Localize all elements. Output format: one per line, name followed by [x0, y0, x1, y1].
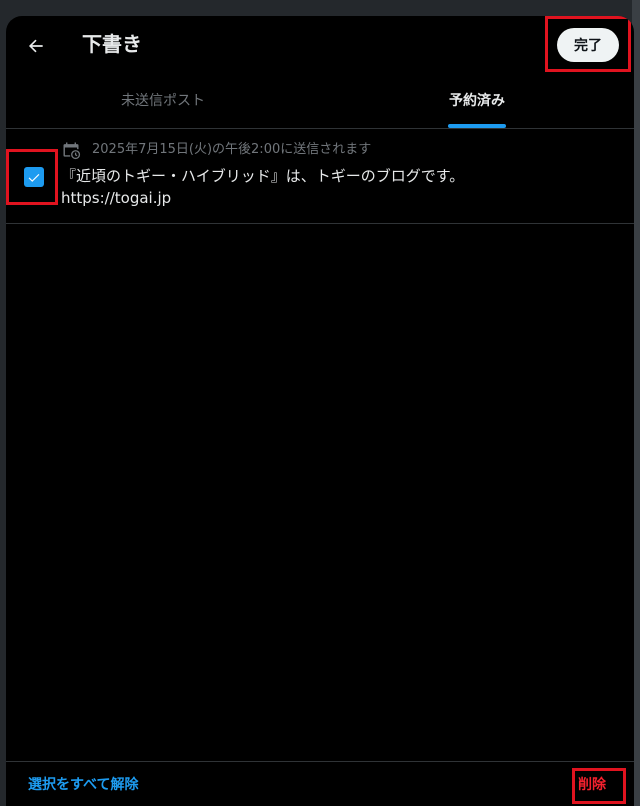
- delete-button[interactable]: 削除: [578, 775, 606, 795]
- tab-label: 予約済み: [449, 93, 505, 109]
- done-button[interactable]: 完了: [557, 28, 619, 62]
- tab-bar: 未送信ポスト 予約済み: [6, 72, 634, 129]
- modal-footer: 選択をすべて解除 削除: [6, 761, 634, 806]
- post-text-line: 『近頃のトギー・ハイブリッド』は、トギーのブログです。: [61, 167, 465, 185]
- checkmark-icon: [28, 173, 40, 182]
- active-tab-indicator: [448, 124, 506, 128]
- page-title: 下書き: [82, 32, 142, 56]
- tab-scheduled[interactable]: 予約済み: [320, 72, 634, 128]
- arrow-left-icon: [28, 39, 43, 53]
- list-item[interactable]: 2025年7月15日(火)の午後2:00に送信されます 『近頃のトギー・ハイブリ…: [6, 129, 634, 224]
- scheduled-time: 2025年7月15日(火)の午後2:00に送信されます: [92, 142, 372, 157]
- tab-unsent-posts[interactable]: 未送信ポスト: [6, 72, 320, 128]
- post-link: https://togai.jp: [61, 189, 172, 207]
- modal-header: 下書き 完了: [6, 16, 634, 72]
- post-text: 『近頃のトギー・ハイブリッド』は、トギーのブログです。 https://toga…: [61, 165, 621, 209]
- deselect-all-button[interactable]: 選択をすべて解除: [28, 775, 138, 795]
- calendar-clock-icon: [63, 142, 81, 160]
- back-button[interactable]: [18, 28, 54, 64]
- select-checkbox[interactable]: [24, 167, 44, 187]
- tab-label: 未送信ポスト: [121, 93, 205, 109]
- drafts-modal: 下書き 完了 未送信ポスト 予約済み 2025年7月15日(火)の午後2:00に…: [6, 16, 634, 806]
